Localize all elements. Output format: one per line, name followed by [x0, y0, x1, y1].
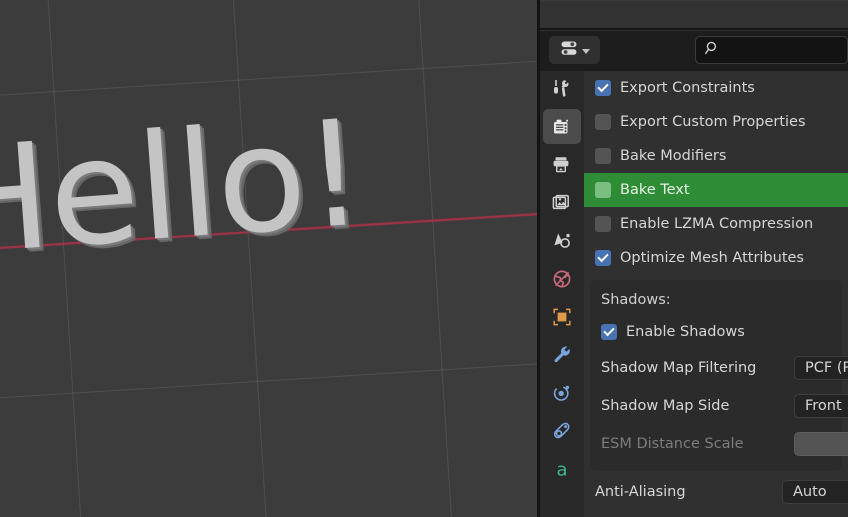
properties-editor-icon [559, 38, 579, 62]
object-square-icon [553, 308, 571, 325]
constraint-clamp-icon [553, 422, 570, 438]
world-globe-icon [553, 270, 571, 287]
blender-window: Hello! Hello! Hello! a Export Constraint… [0, 0, 848, 517]
scene-cone-sphere-icon [554, 232, 570, 248]
label-bake-text: Bake Text [620, 182, 690, 198]
tab-constraints[interactable] [543, 413, 581, 448]
label-export-custom-properties: Export Custom Properties [620, 114, 806, 130]
properties-header [540, 31, 848, 71]
value-shadow-map-filtering: PCF (P [805, 360, 848, 376]
tool-screwdriver-wrench-icon [554, 79, 569, 97]
svg-text:a: a [556, 459, 567, 480]
row-enable-lzma-compression[interactable]: Enable LZMA Compression [584, 207, 848, 241]
label-optimize-mesh-attributes: Optimize Mesh Attributes [620, 250, 804, 266]
tab-view-layer[interactable] [543, 185, 581, 220]
tab-object-data[interactable]: a [543, 451, 581, 486]
output-printer-icon [553, 156, 569, 172]
row-esm-distance-scale: ESM Distance Scale [590, 425, 848, 463]
checkbox-enable-shadows[interactable] [601, 324, 617, 340]
row-bake-text[interactable]: Bake Text [584, 173, 848, 207]
tab-modifiers[interactable] [543, 337, 581, 372]
checkbox-enable-lzma-compression[interactable] [595, 216, 611, 232]
label-anti-aliasing: Anti-Aliasing [595, 484, 686, 500]
checkbox-bake-modifiers[interactable] [595, 148, 611, 164]
top-editor-strip-inner [540, 0, 848, 28]
grid-line-horizontal [0, 351, 537, 410]
checkbox-bake-text[interactable] [595, 182, 611, 198]
search-input[interactable] [725, 42, 835, 58]
chevron-down-icon [582, 48, 590, 54]
checkbox-export-custom-properties[interactable] [595, 114, 611, 130]
label-enable-lzma-compression: Enable LZMA Compression [620, 216, 814, 232]
value-anti-aliasing: Auto [793, 484, 827, 500]
dropdown-shadow-map-filtering[interactable]: PCF (P [794, 356, 848, 380]
properties-content: Export Constraints Export Custom Propert… [584, 71, 848, 517]
top-editor-strip [540, 0, 848, 30]
properties-tab-column: a [540, 71, 584, 517]
shadows-subpanel: Shadows: Enable Shadows Shadow Map Filte… [590, 280, 848, 471]
view-layer-images-icon [552, 194, 569, 209]
tab-physics[interactable] [543, 375, 581, 410]
dropdown-shadow-map-side[interactable]: Front [794, 394, 848, 418]
row-shadow-map-filtering[interactable]: Shadow Map Filtering PCF (P [590, 349, 848, 387]
checkbox-export-constraints[interactable] [595, 80, 611, 96]
number-esm-distance-scale [794, 432, 848, 456]
row-shadow-map-side[interactable]: Shadow Map Side Front [590, 387, 848, 425]
tab-object[interactable] [543, 299, 581, 334]
properties-editor: a Export Constraints Export Custom Prope… [540, 0, 848, 517]
text-object-face: Hello! [0, 88, 369, 289]
label-esm-distance-scale: ESM Distance Scale [601, 436, 744, 452]
tab-tool[interactable] [543, 71, 581, 106]
label-enable-shadows: Enable Shadows [626, 324, 745, 340]
row-export-custom-properties[interactable]: Export Custom Properties [584, 105, 848, 139]
row-anti-aliasing[interactable]: Anti-Aliasing Auto [584, 473, 848, 511]
editor-type-selector[interactable] [549, 36, 600, 64]
tab-scene[interactable] [543, 223, 581, 258]
label-shadow-map-filtering: Shadow Map Filtering [601, 360, 757, 376]
text-data-a-icon: a [556, 459, 567, 480]
3d-viewport[interactable]: Hello! Hello! Hello! [0, 0, 537, 517]
checkmark-icon [603, 324, 615, 337]
label-export-constraints: Export Constraints [620, 80, 755, 96]
text-object-hello[interactable]: Hello! Hello! Hello! [0, 88, 469, 331]
search-field[interactable] [695, 36, 848, 64]
value-shadow-map-side: Front [805, 398, 842, 414]
checkmark-icon [597, 80, 609, 93]
label-bake-modifiers: Bake Modifiers [620, 148, 727, 164]
search-icon [704, 40, 720, 60]
physics-orbit-icon [553, 385, 570, 401]
row-enable-shadows[interactable]: Enable Shadows [590, 315, 842, 349]
tab-world[interactable] [543, 261, 581, 296]
tab-render[interactable] [543, 109, 581, 144]
dropdown-anti-aliasing[interactable]: Auto [782, 480, 848, 504]
checkmark-icon [597, 250, 609, 263]
shadows-panel-title: Shadows: [601, 292, 671, 308]
row-export-constraints[interactable]: Export Constraints [584, 71, 848, 105]
row-optimize-mesh-attributes[interactable]: Optimize Mesh Attributes [584, 241, 848, 275]
row-bake-modifiers[interactable]: Bake Modifiers [584, 139, 848, 173]
checkbox-optimize-mesh-attributes[interactable] [595, 250, 611, 266]
tab-output[interactable] [543, 147, 581, 182]
render-camera-icon [554, 119, 568, 133]
modifier-wrench-icon [554, 345, 570, 362]
label-shadow-map-side: Shadow Map Side [601, 398, 730, 414]
